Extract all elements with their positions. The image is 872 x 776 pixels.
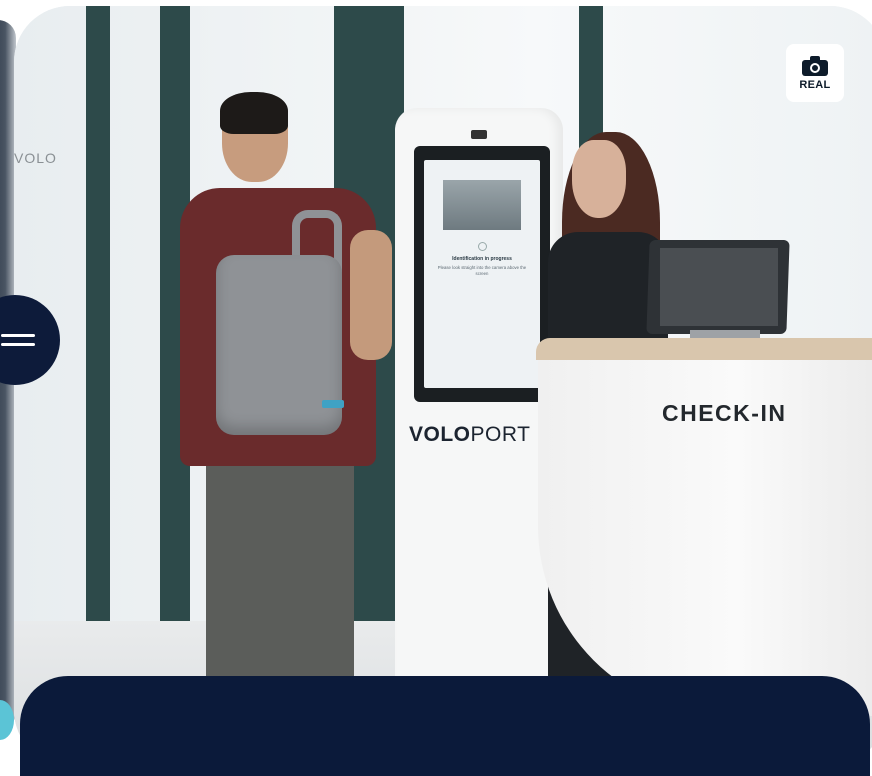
hamburger-icon-line xyxy=(1,343,35,346)
laptop-screen xyxy=(660,248,778,326)
laptop-stand xyxy=(690,330,760,338)
kiosk-screen-subtitle: Please look straight into the camera abo… xyxy=(437,265,527,276)
real-photo-badge: REAL xyxy=(786,44,844,102)
backpack xyxy=(216,255,342,435)
camera-icon xyxy=(802,55,828,76)
kiosk-display: Identification in progress Please look s… xyxy=(424,160,540,388)
real-badge-label: REAL xyxy=(799,78,831,91)
counter-top xyxy=(536,338,872,360)
kiosk-camera xyxy=(471,130,487,139)
window-frame xyxy=(86,6,110,696)
kiosk-screen-title: Identification in progress xyxy=(452,256,512,262)
backpack-tag xyxy=(322,400,344,408)
kiosk-brand: VOLOPORT xyxy=(409,423,530,447)
hamburger-icon-line xyxy=(1,334,35,337)
person-man-hair xyxy=(220,92,288,134)
kiosk-screen: Identification in progress Please look s… xyxy=(414,146,550,402)
person-man-legs xyxy=(206,458,354,698)
kiosk-video-feed xyxy=(443,180,521,230)
bottom-sheet xyxy=(20,676,870,776)
camera-icon-lens xyxy=(810,62,820,73)
kiosk-brand-light: PORT xyxy=(470,423,531,446)
check-in-label: CHECK-IN xyxy=(662,400,787,426)
hamburger-icon xyxy=(1,328,35,352)
person-woman-face xyxy=(572,140,626,218)
loading-icon xyxy=(478,242,487,251)
person-man-arm xyxy=(350,230,392,360)
kiosk-brand-bold: VOLO xyxy=(409,423,471,446)
glass-logo-text: VOLO xyxy=(14,150,57,166)
